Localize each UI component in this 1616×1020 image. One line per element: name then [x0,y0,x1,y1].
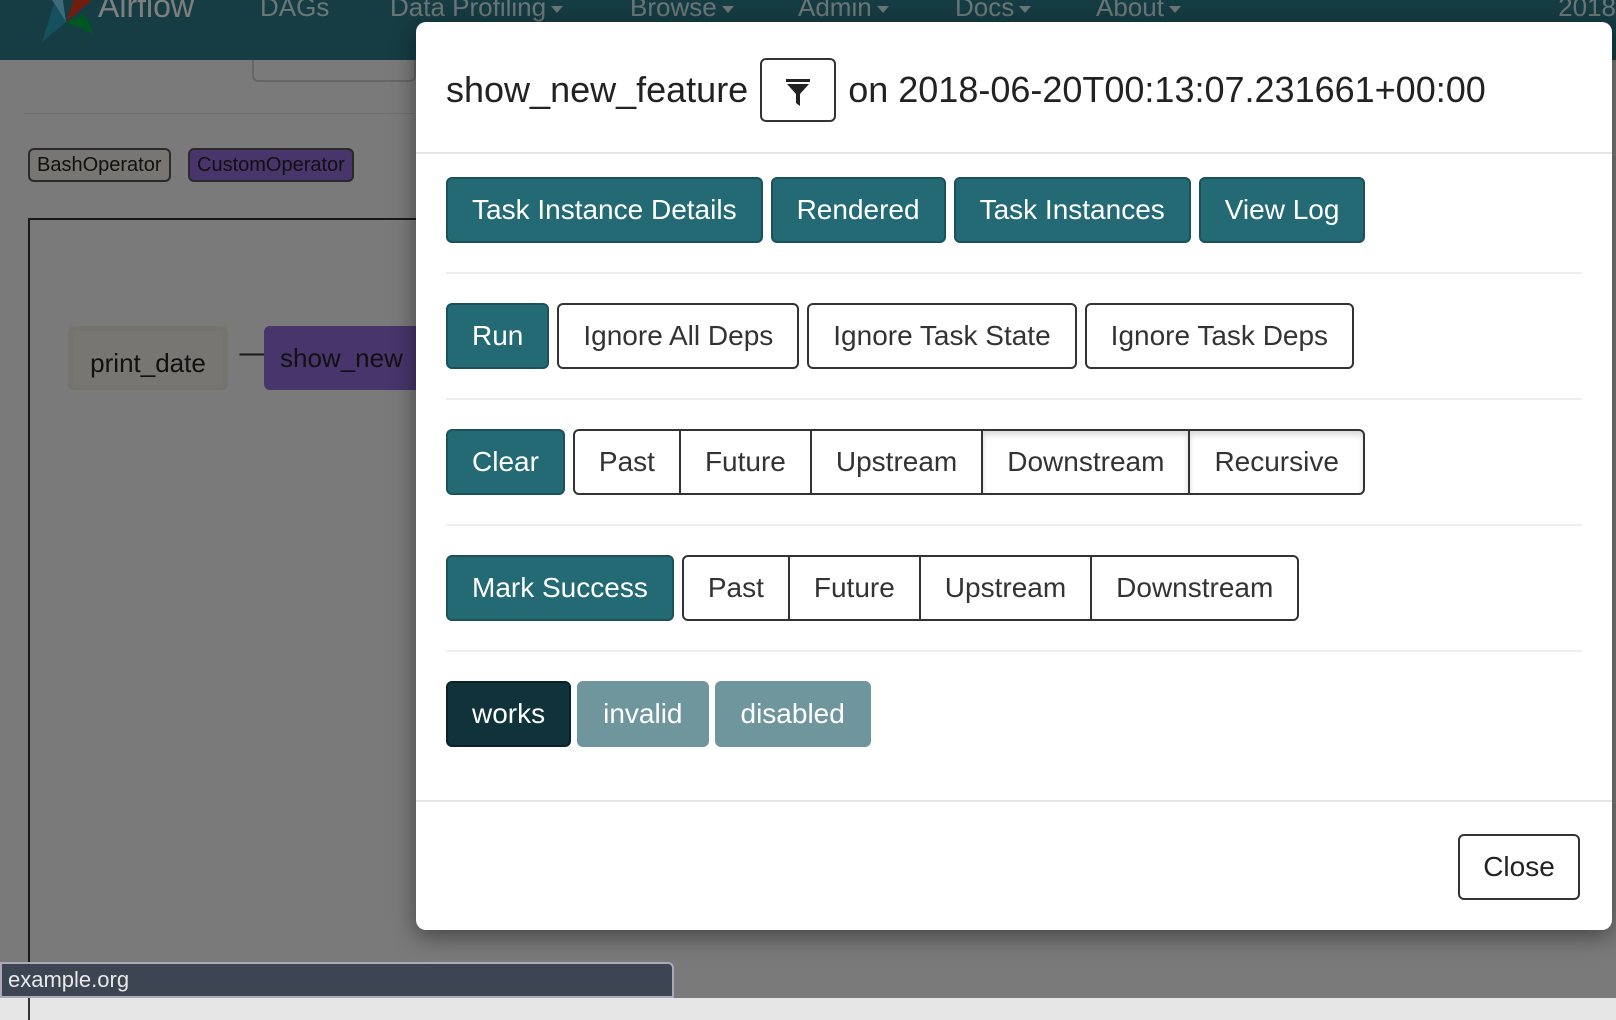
divider [446,524,1582,526]
view-log-button[interactable]: View Log [1198,177,1366,243]
clear-row: Clear Past Future Upstream Downstream Re… [446,429,1365,495]
filter-icon [786,78,811,106]
ignore-task-deps-toggle[interactable]: Ignore Task Deps [1084,303,1355,369]
filter-upstream-button[interactable] [760,58,837,122]
mark-downstream-toggle[interactable]: Downstream [1090,555,1300,621]
mark-future-toggle[interactable]: Future [787,555,921,621]
status-bar-url: example.org [0,962,674,998]
custom-links-row: works invalid disabled [446,681,871,747]
ignore-task-state-toggle[interactable]: Ignore Task State [807,303,1077,369]
info-button-row: Task Instance Details Rendered Task Inst… [446,177,1366,243]
close-button[interactable]: Close [1458,834,1580,900]
clear-past-toggle[interactable]: Past [572,429,681,495]
task-instance-modal: show_new_feature on 2018-06-20T00:13:07.… [416,22,1612,930]
clear-downstream-toggle[interactable]: Downstream [981,429,1191,495]
clear-upstream-toggle[interactable]: Upstream [809,429,984,495]
divider [446,398,1582,400]
clear-button[interactable]: Clear [446,429,565,495]
run-button[interactable]: Run [446,303,550,369]
modal-footer-divider [416,800,1612,802]
clear-options-group: Past Future Upstream Downstream Recursiv… [572,429,1365,495]
ignore-all-deps-toggle[interactable]: Ignore All Deps [557,303,800,369]
execution-date: on 2018-06-20T00:13:07.231661+00:00 [848,69,1486,110]
task-id: show_new_feature [446,69,749,110]
run-row: Run Ignore All Deps Ignore Task State Ig… [446,303,1355,369]
mark-upstream-toggle[interactable]: Upstream [918,555,1093,621]
invalid-button[interactable]: invalid [577,681,709,747]
works-button[interactable]: works [446,681,572,747]
divider [446,650,1582,652]
task-instance-details-button[interactable]: Task Instance Details [446,177,763,243]
task-instances-button[interactable]: Task Instances [953,177,1191,243]
mark-past-toggle[interactable]: Past [681,555,790,621]
modal-header: show_new_feature on 2018-06-20T00:13:07.… [416,22,1612,154]
modal-title: show_new_feature on 2018-06-20T00:13:07.… [446,58,1486,122]
mark-success-options-group: Past Future Upstream Downstream [681,555,1300,621]
mark-success-button[interactable]: Mark Success [446,555,674,621]
divider [446,272,1582,274]
clear-recursive-toggle[interactable]: Recursive [1188,429,1365,495]
rendered-button[interactable]: Rendered [770,177,946,243]
mark-success-row: Mark Success Past Future Upstream Downst… [446,555,1300,621]
disabled-button[interactable]: disabled [714,681,871,747]
clear-future-toggle[interactable]: Future [678,429,812,495]
